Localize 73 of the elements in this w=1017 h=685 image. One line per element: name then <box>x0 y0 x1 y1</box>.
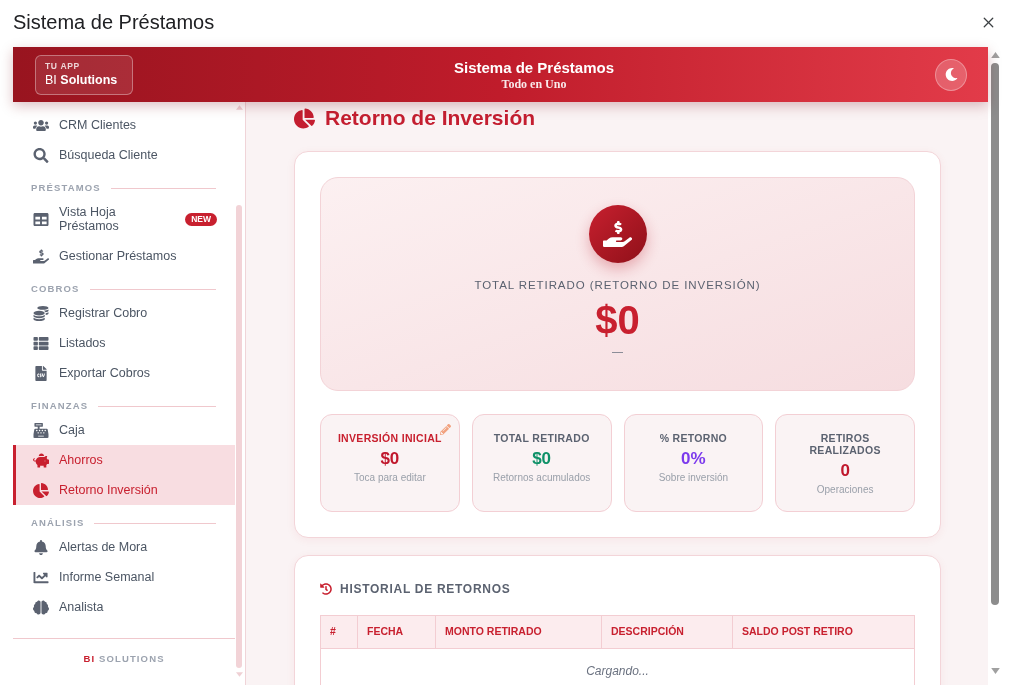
stat-caption: Sobre inversión <box>658 471 729 484</box>
sidebar-item[interactable]: Vista Hoja Préstamos NEW <box>13 197 235 241</box>
sidebar-item[interactable]: Alertas de Mora <box>13 532 235 562</box>
table-icon <box>33 211 49 227</box>
users-icon <box>33 117 49 133</box>
stat-label: INVERSIÓN INICIAL <box>337 432 442 444</box>
pie-chart-icon <box>294 107 315 129</box>
section-heading: COBROS <box>31 283 80 295</box>
cash-register-icon <box>33 422 49 438</box>
total-note: — <box>612 344 623 358</box>
window-title: Sistema de Préstamos <box>13 10 215 35</box>
sidebar-item[interactable]: Retorno Inversión <box>13 475 235 505</box>
list-icon <box>33 335 49 351</box>
hand-dollar-icon <box>588 205 647 263</box>
scrollbar-thumb[interactable] <box>991 63 999 605</box>
section-heading: ANÁLISIS <box>31 517 85 529</box>
total-value: $0 <box>595 298 640 342</box>
bell-icon <box>33 539 49 555</box>
scroll-up-arrow-icon[interactable] <box>990 52 1000 58</box>
hand-dollar-icon <box>33 248 49 264</box>
sidebar-item[interactable]: Ahorros <box>13 445 235 475</box>
stat-value: $0 <box>380 448 400 470</box>
app-label: TU APP <box>45 61 81 72</box>
stat-label: % RETORNO <box>659 432 728 444</box>
scroll-up-arrow-icon[interactable] <box>235 105 243 110</box>
coins-icon <box>33 305 49 321</box>
csv-file-icon <box>33 365 49 381</box>
sidebar-item[interactable]: CRM Clientes <box>13 110 235 140</box>
header-subtitle: Todo en Uno <box>501 76 567 92</box>
pie-chart-icon <box>33 482 49 498</box>
stat-value: $0 <box>532 448 552 470</box>
column-header: FECHA <box>357 616 435 648</box>
pencil-icon[interactable] <box>439 424 451 435</box>
sidebar-item[interactable]: Exportar Cobros <box>13 358 235 388</box>
stat-label: TOTAL RETIRADO <box>493 432 590 444</box>
piggy-bank-icon <box>33 452 49 468</box>
scroll-down-arrow-icon[interactable] <box>235 672 243 677</box>
stat-caption: Operaciones <box>816 483 874 496</box>
sidebar-footer-brand: BI SOLUTIONS <box>83 651 165 666</box>
stat-label: RETIROS REALIZADOS <box>808 432 882 456</box>
loading-message: Cargando... <box>586 662 649 680</box>
column-header: DESCRIPCIÓN <box>601 616 732 648</box>
header-title: Sistema de Préstamos <box>453 57 615 77</box>
column-header: # <box>329 624 337 640</box>
line-chart-icon <box>33 569 49 585</box>
total-label: TOTAL RETIRADO (RETORNO DE INVERSIÓN) <box>474 278 761 292</box>
stat-caption: Retornos acumulados <box>493 471 591 484</box>
sidebar-item[interactable]: Registrar Cobro <box>13 298 235 328</box>
sidebar-item[interactable]: Informe Semanal <box>13 562 235 592</box>
column-header: SALDO POST RETIRO <box>732 616 914 648</box>
stat-value: 0 <box>840 460 850 482</box>
column-header: MONTO RETIRADO <box>435 616 601 648</box>
brain-icon <box>33 599 49 615</box>
section-heading: PRÉSTAMOS <box>31 182 101 194</box>
new-tag: NEW <box>185 212 217 226</box>
stat-card[interactable]: INVERSIÓN INICIAL $0 Toca para editar <box>320 414 460 512</box>
history-icon <box>320 583 332 595</box>
history-title: HISTORIAL DE RETORNOS <box>340 581 511 598</box>
section-heading: FINANZAS <box>31 400 89 412</box>
sidebar-item[interactable]: Listados <box>13 328 235 358</box>
sidebar-item[interactable]: Analista <box>13 592 235 622</box>
scrollbar-thumb[interactable] <box>236 205 242 668</box>
sidebar-item[interactable]: Búsqueda Cliente <box>13 140 235 170</box>
sidebar-item[interactable]: Gestionar Préstamos <box>13 241 235 271</box>
stat-caption: Toca para editar <box>354 471 426 484</box>
search-icon <box>33 147 49 163</box>
moon-icon <box>944 68 958 81</box>
sidebar-item[interactable]: Caja <box>13 415 235 445</box>
page-title: Retorno de Inversión <box>325 105 536 131</box>
theme-toggle-button[interactable] <box>935 58 967 91</box>
scroll-down-arrow-icon[interactable] <box>990 668 1000 674</box>
brand-name: BI Solutions <box>45 72 119 88</box>
stat-value: 0% <box>681 448 706 470</box>
